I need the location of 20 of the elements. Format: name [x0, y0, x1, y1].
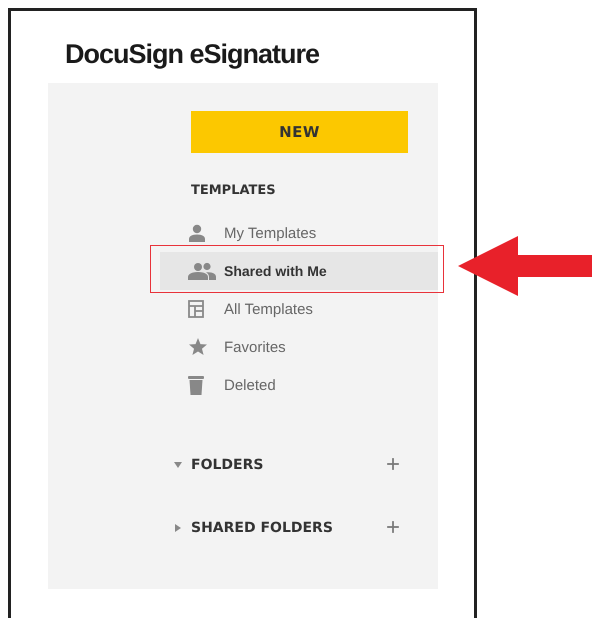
folder-section[interactable]: SHARED FOLDERS — [191, 520, 333, 536]
app-title: DocuSign eSignature — [65, 40, 320, 71]
people-icon — [188, 262, 216, 280]
nav-item[interactable]: My Templates — [160, 214, 438, 252]
nav-item[interactable]: All Templates — [160, 290, 438, 328]
star-icon — [188, 338, 208, 356]
add-button[interactable]: + — [386, 451, 400, 479]
nav-item[interactable]: Favorites — [160, 328, 438, 366]
nav-item[interactable]: Deleted — [160, 366, 438, 404]
caret-down-icon[interactable] — [174, 461, 182, 469]
trash-icon — [188, 375, 204, 395]
person-icon — [188, 224, 206, 242]
add-button[interactable]: + — [386, 514, 400, 542]
arrow-icon — [458, 236, 592, 296]
layout-icon — [188, 300, 204, 318]
new-button[interactable]: NEW — [191, 111, 408, 153]
nav-item[interactable]: Shared with Me — [160, 252, 438, 290]
folder-section[interactable]: FOLDERS — [191, 457, 264, 473]
caret-right-icon[interactable] — [174, 524, 182, 532]
section-heading: TEMPLATES — [191, 183, 277, 200]
